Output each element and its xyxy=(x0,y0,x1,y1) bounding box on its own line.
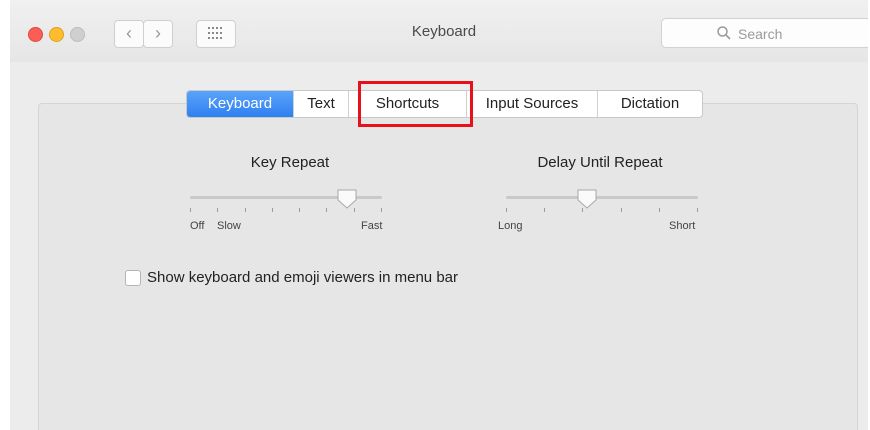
slider-tick xyxy=(582,208,583,212)
minimize-window-button[interactable] xyxy=(49,27,64,42)
slider-tick xyxy=(217,208,218,212)
slider-tick xyxy=(544,208,545,212)
chevron-left-icon: ‹ xyxy=(126,23,132,43)
preferences-window: ‹ › Keyboard Keyboard Text xyxy=(10,0,868,430)
slider-tick xyxy=(299,208,300,212)
delay-long-label: Long xyxy=(498,220,523,232)
slider-tick xyxy=(506,208,507,212)
shortcuts-highlight-box xyxy=(358,81,473,127)
key-repeat-title: Key Repeat xyxy=(250,154,330,171)
search-icon xyxy=(717,26,731,40)
back-button[interactable]: ‹ xyxy=(114,20,144,48)
delay-until-repeat-slider-knob[interactable] xyxy=(576,188,598,210)
window-title: Keyboard xyxy=(411,23,477,40)
chevron-right-icon: › xyxy=(155,23,161,43)
show-keyboard-viewers-checkbox[interactable] xyxy=(125,270,141,286)
slider-tick xyxy=(245,208,246,212)
close-window-button[interactable] xyxy=(28,27,43,42)
search-field[interactable] xyxy=(661,18,868,48)
slider-tick xyxy=(190,208,191,212)
slider-tick xyxy=(381,208,382,212)
title-bar: ‹ › Keyboard xyxy=(10,0,868,62)
key-repeat-slow-label: Slow xyxy=(217,220,241,232)
tab-keyboard[interactable]: Keyboard xyxy=(187,91,294,117)
slider-tick xyxy=(354,208,355,212)
keyboard-settings-panel xyxy=(38,103,858,430)
zoom-window-button[interactable] xyxy=(70,27,85,42)
delay-short-label: Short xyxy=(669,220,696,232)
delay-until-repeat-title: Delay Until Repeat xyxy=(537,154,663,171)
forward-button[interactable]: › xyxy=(143,20,173,48)
key-repeat-fast-label: Fast xyxy=(361,220,383,232)
show-keyboard-viewers-label[interactable]: Show keyboard and emoji viewers in menu … xyxy=(147,269,458,286)
delay-until-repeat-slider[interactable] xyxy=(506,189,698,209)
slider-tick xyxy=(272,208,273,212)
key-repeat-ticks xyxy=(190,208,382,214)
key-repeat-off-label: Off xyxy=(190,220,205,232)
tab-dictation[interactable]: Dictation xyxy=(598,91,702,117)
key-repeat-slider[interactable] xyxy=(190,189,382,209)
slider-tick xyxy=(697,208,698,212)
slider-tick xyxy=(621,208,622,212)
slider-tick xyxy=(326,208,327,212)
tab-input-sources[interactable]: Input Sources xyxy=(467,91,598,117)
search-input[interactable] xyxy=(736,23,860,45)
key-repeat-slider-knob[interactable] xyxy=(336,188,358,210)
delay-until-repeat-ticks xyxy=(506,208,698,214)
show-all-button[interactable] xyxy=(196,20,236,48)
grid-icon xyxy=(208,27,222,39)
tab-text[interactable]: Text xyxy=(294,91,349,117)
slider-tick xyxy=(659,208,660,212)
